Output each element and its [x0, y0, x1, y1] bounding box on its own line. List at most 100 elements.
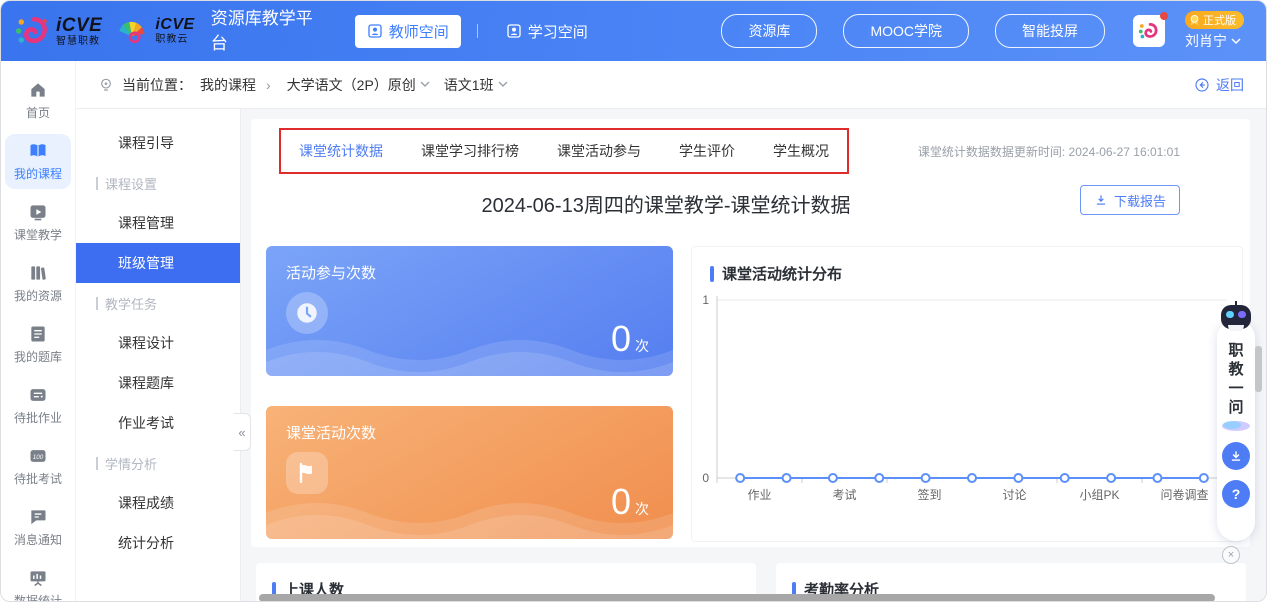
version-badge: 正式版 [1185, 11, 1244, 29]
teacher-badge-icon [367, 23, 383, 39]
svg-text:作业: 作业 [747, 488, 771, 502]
assistant-widget[interactable]: 职 教 一 问 ? [1217, 319, 1255, 541]
logo-brand: iCVE [155, 17, 194, 33]
open-book-icon [28, 141, 48, 161]
icve-zhihuizhijiao-logo: iCVE 智慧职教 [15, 13, 102, 49]
sidebar-item-home[interactable]: 首页 [5, 73, 71, 128]
svg-text:小组PK: 小组PK [1079, 488, 1119, 502]
icve-zhijiaoyun-logo: iCVE 职教云 [114, 13, 194, 49]
svg-text:0: 0 [702, 471, 709, 485]
activity-distribution-card: 课堂活动统计分布 10作业考试签到讨论小组PK问卷调查 [691, 246, 1243, 542]
assistant-help-button[interactable]: ? [1222, 480, 1250, 508]
location-pin-icon [98, 77, 114, 93]
chevron-down-icon [1231, 38, 1241, 45]
space-nav: 教师空间 学习空间 [355, 15, 600, 48]
logo-tagline: 职教云 [155, 35, 194, 45]
svg-text:100: 100 [33, 454, 44, 461]
download-circle-icon [1229, 449, 1243, 463]
medal-icon [1188, 14, 1201, 27]
menu-item-course-management[interactable]: 课程管理 [76, 203, 240, 243]
menu-section-teaching-tasks: 教学任务 [76, 283, 240, 323]
back-button[interactable]: 返回 [1194, 75, 1244, 95]
course-selector[interactable]: 大学语文（2P）原创 [287, 75, 430, 95]
question-bank-icon [28, 324, 48, 344]
stats-board-icon [28, 568, 48, 588]
top-header: iCVE 智慧职教 iCVE 职教云 资源库教学平台 [1, 1, 1266, 61]
svg-text:1: 1 [702, 293, 709, 307]
breadcrumb-my-courses[interactable]: 我的课程 [200, 75, 256, 95]
nav-separator [477, 24, 478, 38]
sidebar-item-data-statistics[interactable]: 数据统计 [5, 561, 71, 602]
class-selector[interactable]: 语文1班 [444, 75, 508, 95]
assistant-robot-icon[interactable] [1220, 301, 1252, 336]
exam-score-icon: 100 [28, 446, 48, 466]
teacher-space-button[interactable]: 教师空间 [355, 15, 461, 48]
sidebar-item-question-bank[interactable]: 我的题库 [5, 317, 71, 372]
tab-classroom-statistics[interactable]: 课堂统计数据 [299, 141, 383, 161]
breadcrumb: 当前位置： 我的课程 › 大学语文（2P）原创 语文1班 [98, 75, 508, 95]
vertical-scrollbar[interactable] [1255, 346, 1262, 392]
assistant-download-button[interactable] [1222, 442, 1250, 470]
breadcrumb-bar: 当前位置： 我的课程 › 大学语文（2P）原创 语文1班 返回 [76, 61, 1266, 109]
assistant-close-button[interactable]: × [1222, 546, 1240, 564]
svg-text:问卷调查: 问卷调查 [1160, 487, 1208, 502]
tab-learning-ranking[interactable]: 课堂学习排行榜 [421, 141, 519, 161]
tab-activity-participation[interactable]: 课堂活动参与 [557, 141, 641, 161]
menu-section-learning-analysis: 学情分析 [76, 443, 240, 483]
activity-distribution-chart: 10作业考试签到讨论小组PK问卷调查 [692, 286, 1242, 522]
sidebar-item-pending-exams[interactable]: 100 待批考试 [5, 439, 71, 494]
menu-item-course-design[interactable]: 课程设计 [76, 323, 240, 363]
menu-item-course-question-bank[interactable]: 课程题库 [76, 363, 240, 403]
menu-item-course-guide[interactable]: 课程引导 [76, 123, 240, 163]
download-report-button[interactable]: 下载报告 [1080, 185, 1180, 215]
menu-item-homework-exams[interactable]: 作业考试 [76, 403, 240, 443]
sidebar-item-my-courses[interactable]: 我的课程 [5, 134, 71, 189]
stat-card-title: 课堂活动次数 [286, 422, 376, 443]
mooc-academy-button[interactable]: MOOC学院 [843, 14, 969, 48]
sidebar-item-pending-homework[interactable]: 待批作业 [5, 378, 71, 433]
chevron-down-icon [498, 81, 508, 88]
menu-item-statistical-analysis[interactable]: 统计分析 [76, 523, 240, 563]
student-badge-icon [506, 23, 522, 39]
report-tabs-annotation-box: 课堂统计数据 课堂学习排行榜 课堂活动参与 学生评价 学生概况 [279, 128, 849, 174]
avatar[interactable] [1133, 15, 1165, 47]
user-menu[interactable]: 正式版 刘肖宁 [1185, 11, 1244, 51]
avatar-logo-icon [1138, 20, 1160, 42]
tab-student-overview[interactable]: 学生概况 [773, 141, 829, 161]
primary-sidebar: 首页 我的课程 课堂教学 我的资源 我的题库 待批作业 100 待批考试 消息通 [1, 61, 76, 601]
report-panel: 课堂统计数据 课堂学习排行榜 课堂活动参与 学生评价 学生概况 课堂统计数据数据… [251, 119, 1250, 547]
books-icon [28, 263, 48, 283]
icve-swirl-icon [15, 13, 51, 49]
horizontal-scrollbar[interactable] [259, 594, 1215, 602]
sidebar-item-notifications[interactable]: 消息通知 [5, 500, 71, 555]
assistant-name: 职 教 一 问 [1228, 341, 1243, 417]
main-content: 课堂统计数据 课堂学习排行榜 课堂活动参与 学生评价 学生概况 课堂统计数据数据… [241, 109, 1266, 601]
sidebar-collapse-handle[interactable]: « [234, 413, 251, 451]
resource-library-button[interactable]: 资源库 [721, 14, 817, 48]
home-icon [28, 80, 48, 100]
sidebar-item-classroom-teaching[interactable]: 课堂教学 [5, 195, 71, 250]
data-update-time: 课堂统计数据数据更新时间: 2024-06-27 16:01:01 [918, 143, 1180, 160]
shell-icon [114, 13, 150, 49]
chevron-down-icon [420, 81, 430, 88]
menu-item-class-management[interactable]: 班级管理 [76, 243, 240, 283]
logo-tagline: 智慧职教 [56, 37, 102, 47]
breadcrumb-prefix: 当前位置： [122, 75, 192, 95]
wave-decoration [266, 483, 673, 539]
logo-brand: iCVE [56, 16, 102, 35]
stat-card-activity-participation: 活动参与次数 0次 [266, 246, 673, 376]
tab-student-evaluation[interactable]: 学生评价 [679, 141, 735, 161]
sidebar-item-my-resources[interactable]: 我的资源 [5, 256, 71, 311]
menu-item-course-grades[interactable]: 课程成绩 [76, 483, 240, 523]
chart-heading: 课堂活动统计分布 [692, 247, 1242, 284]
svg-text:讨论: 讨论 [1002, 488, 1026, 502]
message-icon [28, 507, 48, 527]
svg-text:签到: 签到 [917, 487, 941, 502]
learning-space-button[interactable]: 学习空间 [494, 15, 600, 48]
report-title: 2024-06-13周四的课堂教学-课堂统计数据 [251, 189, 1081, 218]
course-menu: 课程引导 课程设置 课程管理 班级管理 教学任务 课程设计 课程题库 作业考试 … [76, 109, 241, 601]
smart-casting-button[interactable]: 智能投屏 [995, 14, 1105, 48]
username[interactable]: 刘肖宁 [1185, 31, 1241, 51]
menu-section-course-settings: 课程设置 [76, 163, 240, 203]
homework-icon [28, 385, 48, 405]
